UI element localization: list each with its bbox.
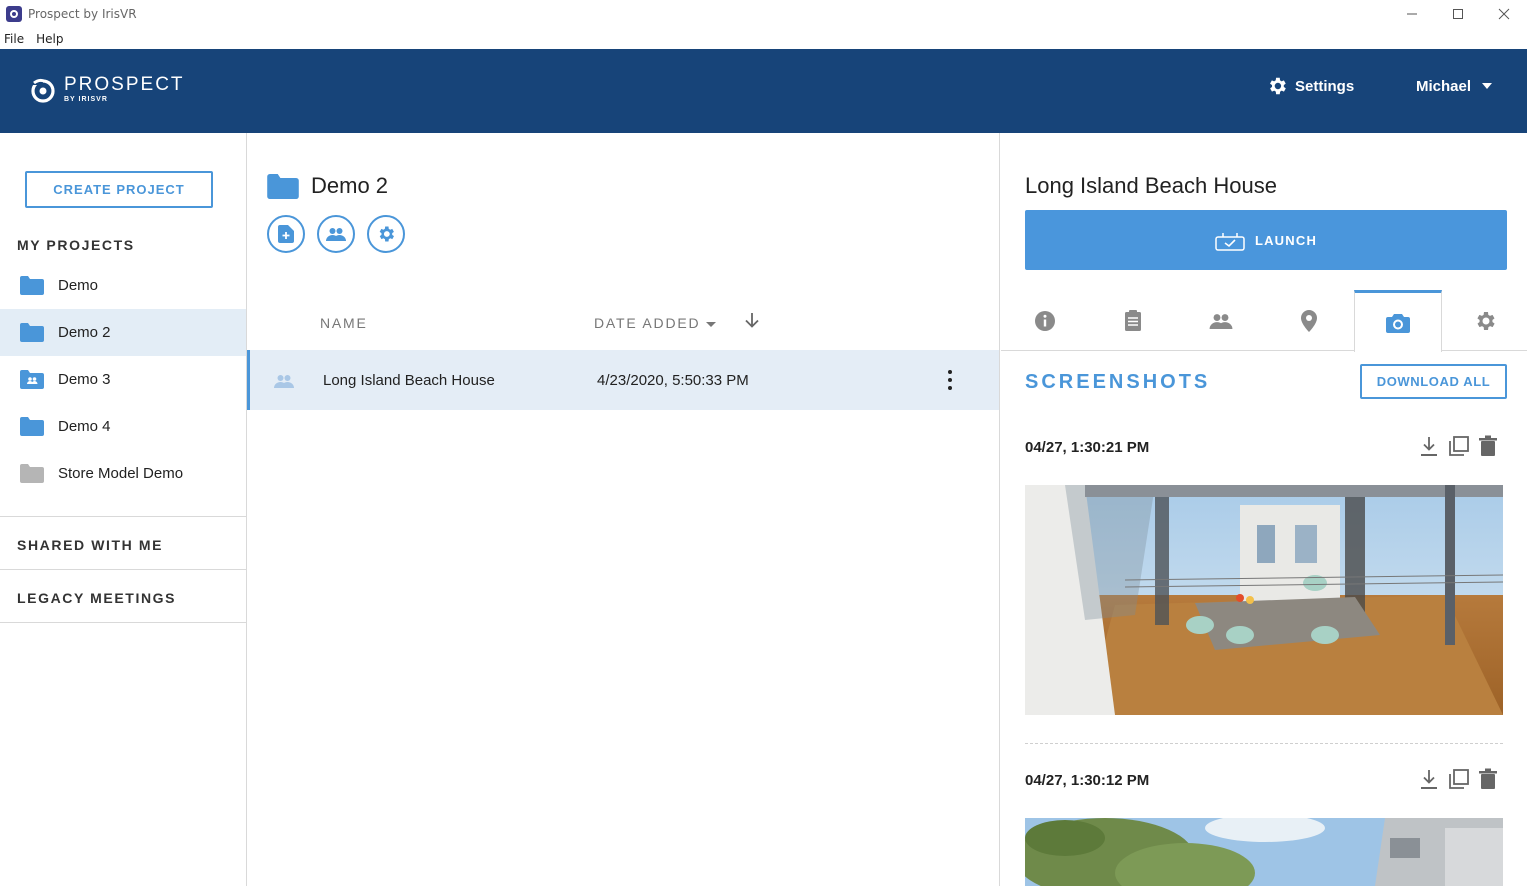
- people-icon: [326, 228, 346, 241]
- copy-icon[interactable]: [1448, 768, 1470, 790]
- detail-title: Long Island Beach House: [1025, 173, 1277, 198]
- tab-screenshots[interactable]: [1354, 290, 1442, 352]
- sidebar-item-demo[interactable]: Demo: [0, 262, 246, 309]
- download-all-button[interactable]: DOWNLOAD ALL: [1360, 364, 1507, 399]
- settings-button[interactable]: Settings: [1266, 75, 1354, 97]
- add-file-icon: [278, 225, 294, 243]
- trash-icon[interactable]: [1479, 435, 1497, 457]
- sidebar-item-label: Demo: [58, 277, 99, 294]
- sidebar-item-demo-3[interactable]: Demo 3: [0, 356, 246, 403]
- folder-icon: [20, 464, 44, 483]
- info-icon: [1035, 310, 1055, 331]
- sidebar-item-label: Store Model Demo: [58, 465, 184, 482]
- tab-people[interactable]: [1177, 290, 1265, 351]
- app-icon: [6, 6, 22, 22]
- user-menu[interactable]: Michael: [1416, 75, 1493, 97]
- folder-name: Demo 2: [311, 173, 389, 198]
- screenshot-actions: [1419, 768, 1506, 790]
- sort-direction-button[interactable]: [743, 311, 761, 334]
- camera-icon: [1386, 313, 1410, 333]
- sidebar-item-label: Demo 3: [58, 371, 111, 388]
- file-date: 4/23/2020, 5:50:33 PM: [597, 372, 749, 389]
- detail-tabs: [1001, 290, 1527, 352]
- settings-label: Settings: [1295, 77, 1355, 95]
- folder-icon: [267, 173, 299, 199]
- screenshot-image[interactable]: [1025, 485, 1503, 715]
- column-header-name[interactable]: NAME: [320, 315, 368, 331]
- column-header-date-label: DATE ADDED: [594, 315, 701, 331]
- shared-folder-icon: [20, 370, 44, 389]
- sidebar-item-demo-4[interactable]: Demo 4: [0, 403, 246, 450]
- tab-info[interactable]: [1001, 290, 1089, 351]
- share-folder-button[interactable]: [317, 215, 355, 253]
- chevron-down-icon: [1482, 83, 1493, 89]
- folder-title: Demo 2: [267, 173, 388, 199]
- table-row[interactable]: Long Island Beach House 4/23/2020, 5:50:…: [247, 350, 999, 410]
- screenshot-timestamp: 04/27, 1:30:12 PM: [1025, 772, 1150, 789]
- sidebar-item-label: Demo 4: [58, 418, 111, 435]
- tab-settings[interactable]: [1441, 290, 1527, 351]
- menu-help[interactable]: Help: [32, 32, 67, 46]
- logo-text: PROSPECT: [64, 74, 185, 95]
- caret-down-icon: [706, 321, 717, 327]
- divider: [0, 569, 246, 570]
- people-icon: [274, 375, 294, 388]
- launch-label: LAUNCH: [1254, 232, 1318, 248]
- people-icon: [1209, 313, 1233, 329]
- add-file-button[interactable]: [267, 215, 305, 253]
- tab-location[interactable]: [1265, 290, 1353, 351]
- copy-icon[interactable]: [1448, 435, 1470, 457]
- logo-icon: [30, 77, 56, 103]
- launch-button[interactable]: LAUNCH: [1025, 210, 1507, 270]
- screenshot-divider: [1025, 743, 1503, 744]
- screenshots-heading: SCREENSHOTS: [1025, 371, 1211, 393]
- tab-notes[interactable]: [1089, 290, 1177, 351]
- column-header-date[interactable]: DATE ADDED: [594, 315, 717, 331]
- notes-icon: [1125, 309, 1141, 331]
- file-name: Long Island Beach House: [323, 372, 495, 389]
- legacy-meetings-link[interactable]: LEGACY MEETINGS: [17, 590, 176, 606]
- detail-panel: Long Island Beach House LAUNCH SCREENSHO…: [1001, 133, 1527, 886]
- folder-icon: [20, 276, 44, 295]
- sidebar-item-demo-2[interactable]: Demo 2: [0, 309, 246, 356]
- screenshot-timestamp: 04/27, 1:30:21 PM: [1025, 439, 1150, 456]
- divider: [0, 622, 246, 623]
- app-header: PROSPECT BY IRISVR Settings Michael: [0, 49, 1527, 133]
- download-icon[interactable]: [1419, 768, 1439, 790]
- sidebar-item-store-model-demo[interactable]: Store Model Demo: [0, 450, 246, 497]
- folder-settings-button[interactable]: [367, 215, 405, 253]
- folder-panel: Demo 2 NAME DATE ADDED Long Island Beach…: [247, 133, 1000, 886]
- sidebar-item-label: Demo 2: [58, 324, 111, 341]
- menu-file[interactable]: File: [0, 32, 28, 46]
- gear-icon: [379, 226, 394, 242]
- minimize-button[interactable]: [1389, 0, 1435, 28]
- folder-icon: [20, 417, 44, 436]
- maximize-button[interactable]: [1435, 0, 1481, 28]
- arrow-down-icon: [745, 313, 759, 328]
- location-icon: [1301, 309, 1317, 332]
- window-title: Prospect by IrisVR: [28, 7, 137, 21]
- gear-icon: [1477, 311, 1495, 330]
- close-button[interactable]: [1481, 0, 1527, 28]
- logo-subtext: BY IRISVR: [64, 96, 108, 103]
- more-options-icon[interactable]: [945, 368, 955, 392]
- vr-headset-icon: [1215, 233, 1245, 251]
- folder-icon: [20, 323, 44, 342]
- my-projects-heading[interactable]: MY PROJECTS: [17, 237, 135, 253]
- shared-with-me-link[interactable]: SHARED WITH ME: [17, 537, 163, 553]
- screenshot-image[interactable]: [1025, 818, 1503, 886]
- trash-icon[interactable]: [1479, 768, 1497, 790]
- user-name: Michael: [1416, 77, 1472, 95]
- prospect-logo[interactable]: PROSPECT BY IRISVR: [30, 74, 185, 104]
- download-icon[interactable]: [1419, 435, 1439, 457]
- create-project-button[interactable]: CREATE PROJECT: [25, 171, 213, 208]
- sidebar: CREATE PROJECT MY PROJECTS Demo Demo 2 D…: [0, 133, 247, 886]
- divider: [0, 516, 246, 517]
- window-titlebar: Prospect by IrisVR: [0, 0, 1527, 28]
- gear-icon: [1270, 77, 1286, 95]
- menu-bar: File Help: [0, 28, 1527, 49]
- screenshot-actions: [1419, 435, 1506, 457]
